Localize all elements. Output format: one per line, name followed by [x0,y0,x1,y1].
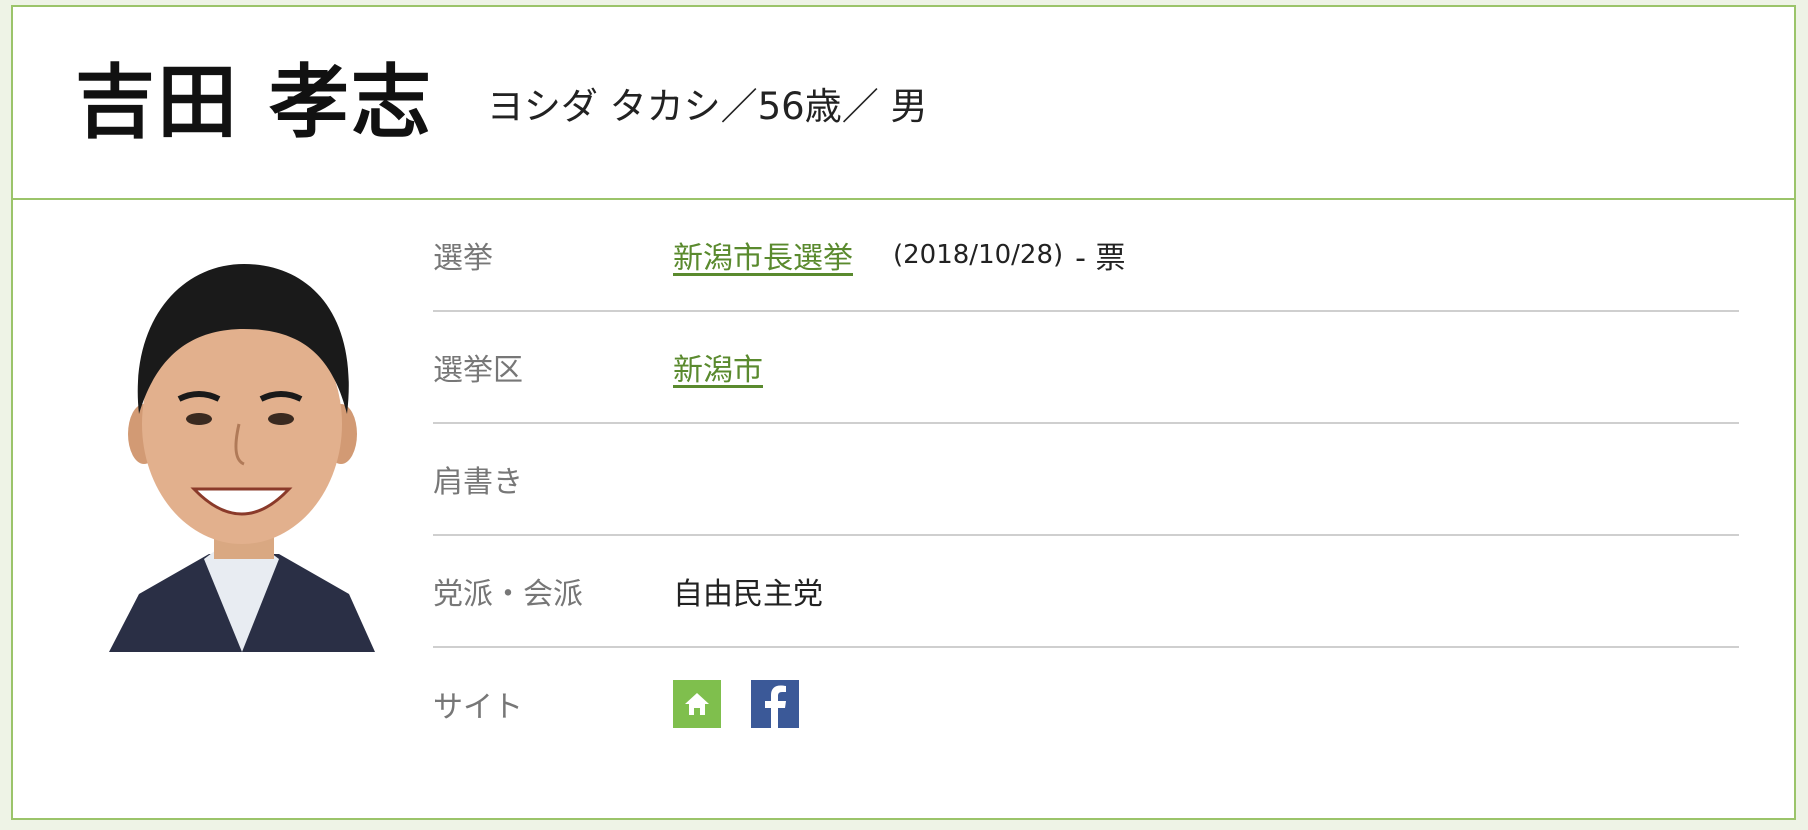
candidate-header: 吉田 孝志 ヨシダ タカシ／ 56歳／ 男 [13,7,1794,200]
row-site: サイト [433,648,1739,760]
row-title: 肩書き [433,424,1739,536]
election-label: 選挙 [433,241,493,276]
candidate-photo [109,254,375,652]
district-label: 選挙区 [433,353,523,388]
party-value: 自由民主党 [673,577,823,612]
election-date: (2018/10/28) [893,240,1064,270]
candidate-body: 選挙 新潟市長選挙 (2018/10/28) - 票 選挙区 新潟市 肩書き 党… [13,200,1794,820]
candidate-name: 吉田 孝志 [75,55,433,149]
title-label: 肩書き [433,465,523,500]
election-link[interactable]: 新潟市長選挙 [673,233,853,277]
site-label: サイト [433,690,523,725]
candidate-gender: 男 [890,84,928,128]
meta-separator-2: ／ [841,84,891,128]
home-icon[interactable] [673,680,721,728]
election-value: 新潟市長選挙 (2018/10/28) - 票 [673,233,1126,277]
election-votes: - 票 [1075,241,1126,276]
candidate-meta: ヨシダ タカシ／ 56歳／ 男 [487,76,928,130]
site-links [673,680,829,728]
candidate-age: 56歳 [757,84,842,128]
district-link[interactable]: 新潟市 [673,345,763,389]
row-party: 党派・会派 自由民主党 [433,536,1739,648]
meta-separator: ／ [720,84,758,128]
candidate-kana: ヨシダ タカシ [486,84,721,128]
candidate-info-table: 選挙 新潟市長選挙 (2018/10/28) - 票 選挙区 新潟市 肩書き 党… [433,200,1739,760]
row-district: 選挙区 新潟市 [433,312,1739,424]
row-election: 選挙 新潟市長選挙 (2018/10/28) - 票 [433,200,1739,312]
facebook-icon[interactable] [751,680,799,728]
district-value: 新潟市 [673,345,763,389]
party-label: 党派・会派 [433,577,583,612]
candidate-card: 吉田 孝志 ヨシダ タカシ／ 56歳／ 男 選挙 新潟市長選挙 (2018/10… [11,5,1796,820]
